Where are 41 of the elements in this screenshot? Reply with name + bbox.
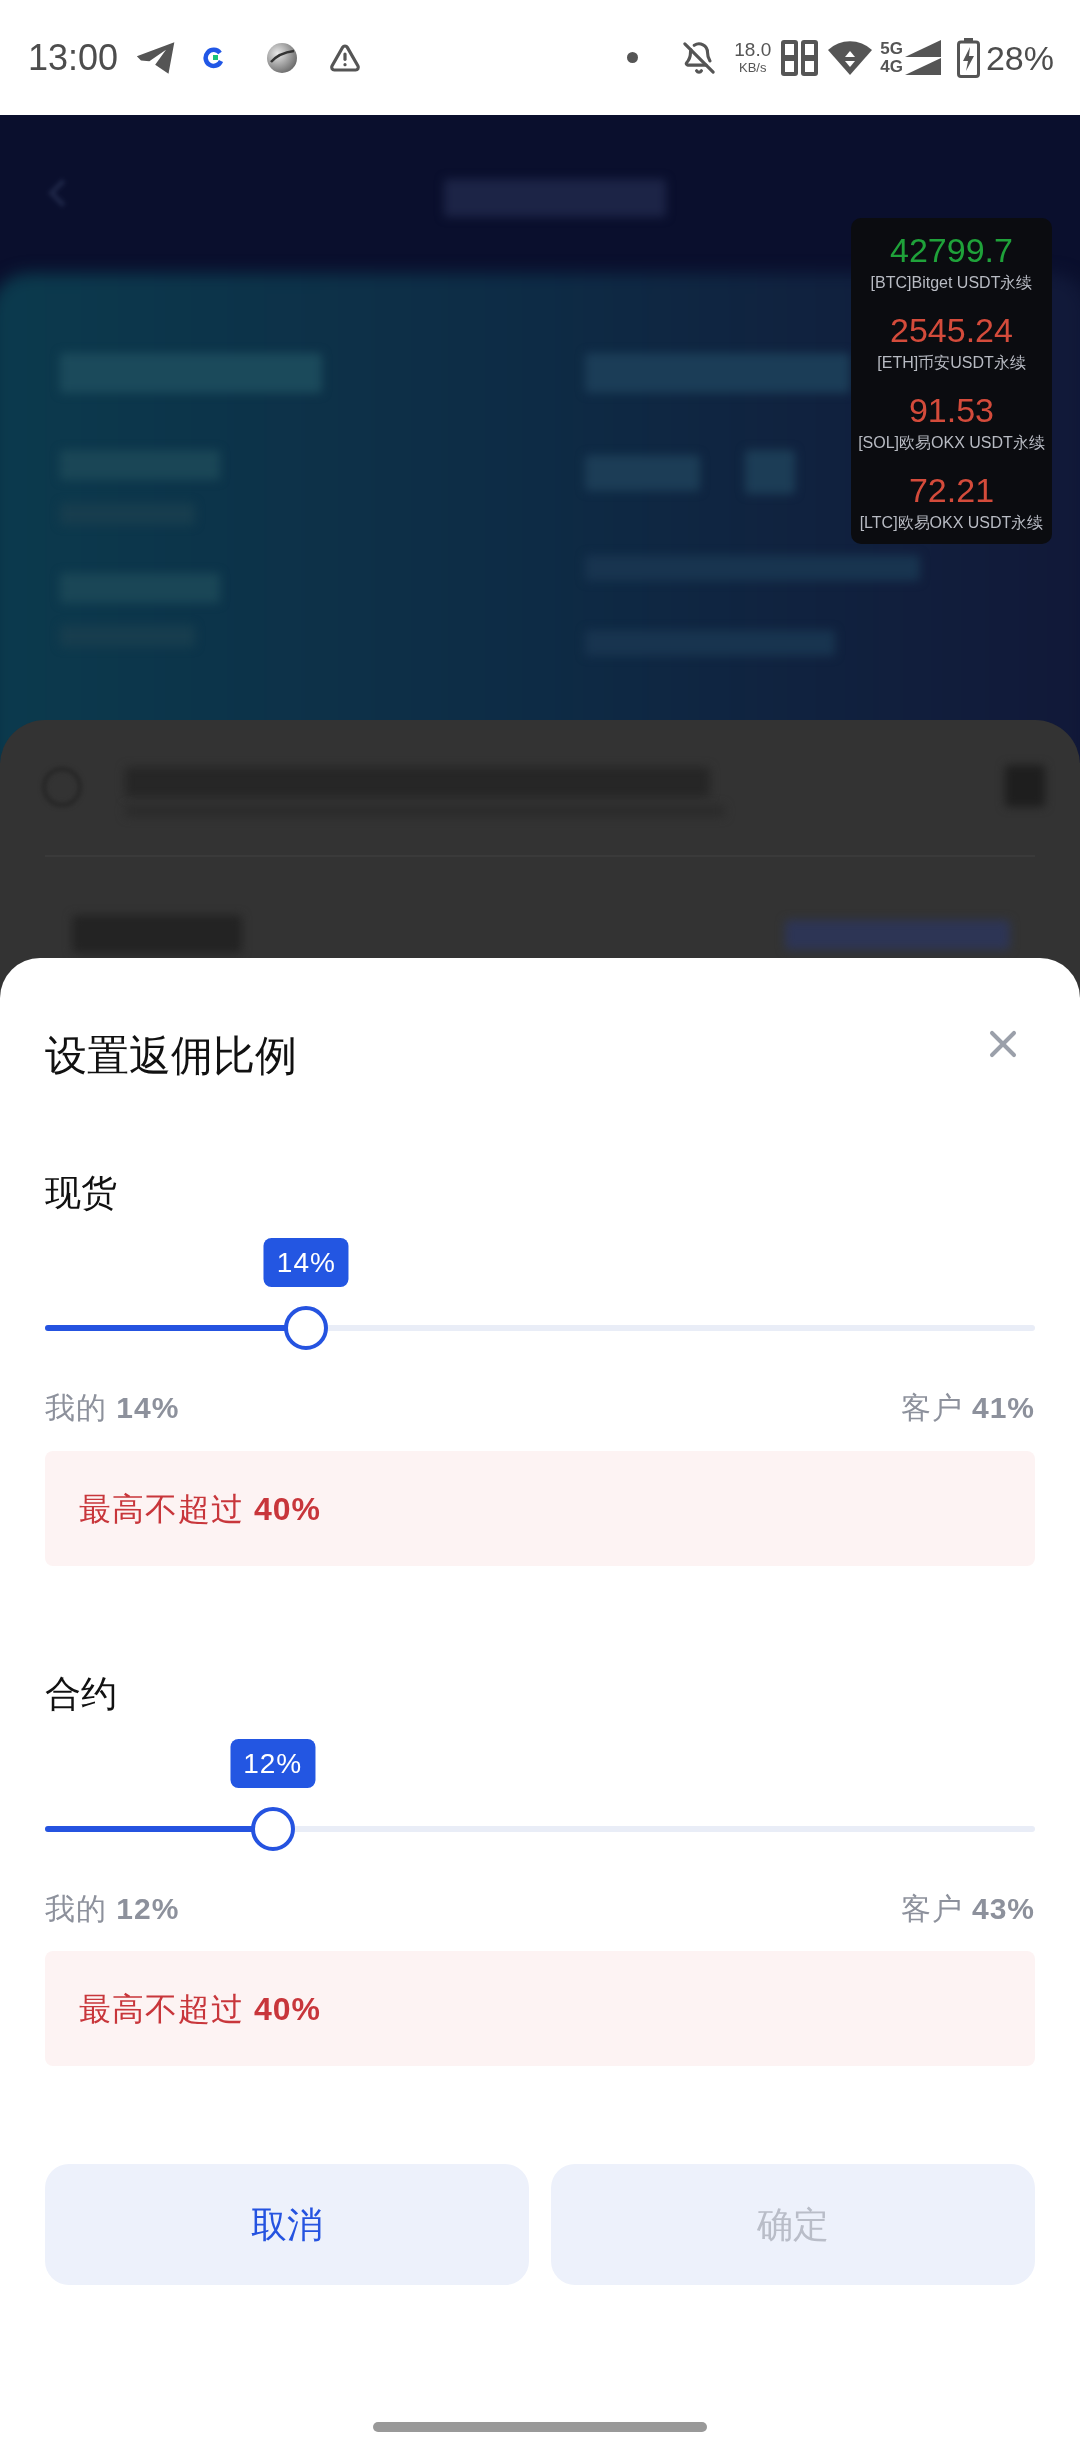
cancel-button[interactable]: 取消 — [45, 2164, 529, 2285]
warning-icon — [328, 41, 363, 74]
my-share-text: 我的 12% — [45, 1891, 180, 1927]
network-speed: 18.0 — [734, 40, 772, 60]
ticker-label: [BTC]Bitget USDT永续 — [870, 273, 1033, 293]
hd-indicator-icon — [781, 39, 819, 76]
sheet-title: 设置返佣比例 — [45, 1031, 297, 1081]
section-label: 现货 — [45, 1171, 117, 1214]
client-share-text: 客户 43% — [900, 1891, 1035, 1927]
ticker-label: [LTC]欧易OKX USDT永续 — [859, 513, 1044, 533]
network-speed-unit: KB/s — [739, 60, 767, 75]
paper-plane-icon — [136, 40, 177, 75]
my-share-text: 我的 14% — [45, 1390, 180, 1426]
limit-notice: 最高不超过 40% — [45, 1951, 1035, 2066]
client-share-text: 客户 41% — [900, 1390, 1035, 1426]
globe-app-icon — [266, 41, 299, 74]
ticker-price: 2545.24 — [890, 310, 1013, 351]
bell-off-icon — [682, 40, 717, 75]
clock-time: 13:00 — [28, 37, 119, 78]
slider-track[interactable] — [45, 1807, 1035, 1851]
battery-percent: 28% — [985, 37, 1054, 78]
ticker-label: [SOL]欧易OKX USDT永续 — [858, 433, 1045, 453]
ticker-price: 42799.7 — [890, 230, 1013, 271]
ticker-price: 91.53 — [908, 390, 995, 431]
slider-value-label: 12% — [230, 1739, 316, 1788]
network-type-label: 5G — [880, 39, 903, 58]
slider-track[interactable] — [45, 1306, 1035, 1350]
ticker-price: 72.21 — [908, 470, 995, 511]
wifi-icon — [828, 40, 873, 75]
slider-value-label: 14% — [263, 1238, 349, 1287]
signal-icon — [904, 40, 941, 57]
slider-thumb[interactable] — [284, 1306, 329, 1350]
ticker-label: [ETH]币安USDT永续 — [877, 353, 1026, 373]
ring-logo-icon — [202, 46, 225, 69]
network-type-label: 4G — [880, 57, 903, 76]
signal-icon — [904, 58, 941, 75]
dot-icon — [627, 52, 639, 63]
limit-notice: 最高不超过 40% — [45, 1451, 1035, 1566]
battery-charging-icon — [956, 37, 980, 78]
slider-thumb[interactable] — [250, 1807, 295, 1851]
section-label: 合约 — [45, 1672, 117, 1715]
